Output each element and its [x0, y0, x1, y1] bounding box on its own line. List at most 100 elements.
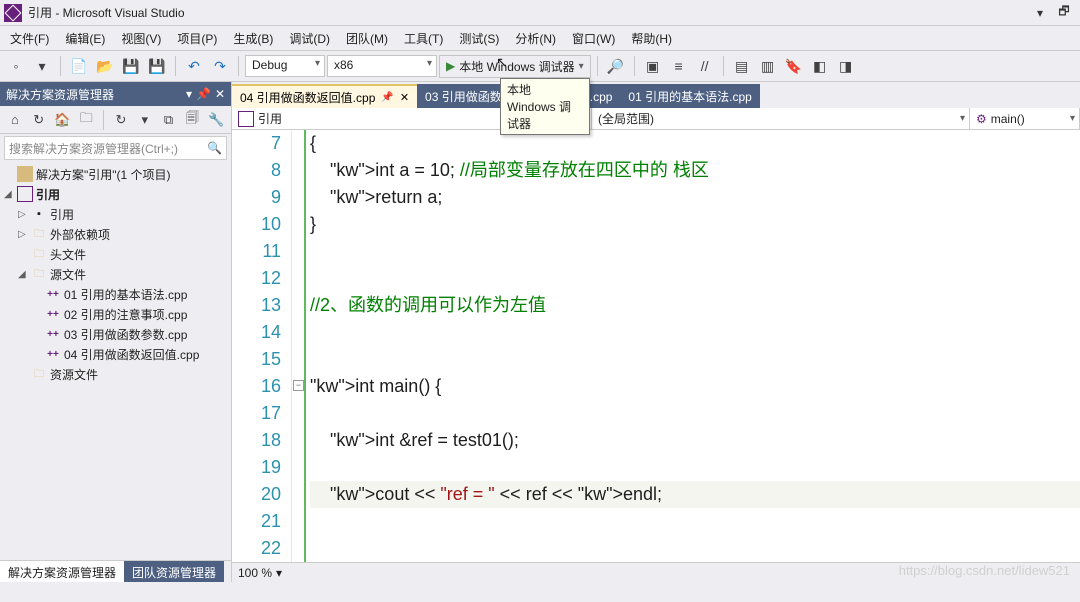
code-editor[interactable]: 789101112131415161718192021222324 − { "k…: [232, 130, 1080, 562]
pin-icon[interactable]: 📌: [381, 92, 393, 103]
cpp-file-icon: ++: [45, 306, 61, 322]
external-deps-node[interactable]: ▷🗀外部依赖项: [0, 224, 231, 244]
code-line[interactable]: "kw">int &ref = test01();: [310, 427, 1080, 454]
tab-label: 04 引用做函数返回值.cpp: [240, 89, 375, 106]
tb-ico-6[interactable]: ◨: [834, 54, 858, 78]
save-all-button[interactable]: 💾: [145, 54, 169, 78]
zoom-control[interactable]: 100 %▾: [238, 566, 282, 580]
source-file-item[interactable]: ++02 引用的注意事项.cpp: [0, 304, 231, 324]
code-line[interactable]: "kw">cout << "ref = " << ref << "kw">end…: [310, 481, 1080, 508]
wrench-button[interactable]: 🔧: [205, 109, 227, 131]
nav-mid-text: (全局范围): [598, 110, 654, 127]
references-node[interactable]: ▷▪引用: [0, 204, 231, 224]
project-node[interactable]: ◢引用: [0, 184, 231, 204]
menu-item[interactable]: 编辑(E): [57, 27, 113, 50]
nav-back-button[interactable]: ◦: [4, 54, 28, 78]
menu-item[interactable]: 团队(M): [338, 27, 396, 50]
resource-files-node[interactable]: 🗀资源文件: [0, 364, 231, 384]
home-button[interactable]: ⌂: [4, 109, 26, 131]
source-file-item[interactable]: ++01 引用的基本语法.cpp: [0, 284, 231, 304]
menu-item[interactable]: 文件(F): [2, 27, 57, 50]
redo-button[interactable]: ↷: [208, 54, 232, 78]
maximize-button[interactable]: 🗗: [1052, 3, 1076, 23]
dropdown-icon[interactable]: ▾: [186, 87, 192, 101]
code-line[interactable]: "kw">int a = 10; //局部变量存放在四区中的 栈区: [310, 157, 1080, 184]
code-line[interactable]: }: [310, 211, 1080, 238]
code-line[interactable]: [310, 346, 1080, 373]
show-all-button[interactable]: 🗀: [75, 109, 97, 131]
save-button[interactable]: 💾: [119, 54, 143, 78]
menu-item[interactable]: 工具(T): [396, 27, 451, 50]
code-line[interactable]: "kw">int main() {: [310, 373, 1080, 400]
find-button[interactable]: 🔎: [604, 54, 628, 78]
code-line[interactable]: "kw">return a;: [310, 184, 1080, 211]
menu-item[interactable]: 窗口(W): [564, 27, 623, 50]
panel-title-text: 解决方案资源管理器: [6, 86, 114, 103]
bookmark-button[interactable]: 🔖: [782, 54, 806, 78]
code-line[interactable]: [310, 535, 1080, 562]
solution-explorer-tab[interactable]: 解决方案资源管理器: [0, 561, 124, 582]
source-file-item[interactable]: ++03 引用做函数参数.cpp: [0, 324, 231, 344]
view-button[interactable]: 🗐: [181, 109, 203, 131]
menu-item[interactable]: 调试(D): [281, 27, 338, 50]
ext-label: 外部依赖项: [50, 226, 110, 243]
tb-ico-5[interactable]: ◧: [808, 54, 832, 78]
sync-button[interactable]: ↻: [28, 109, 50, 131]
search-placeholder: 搜索解决方案资源管理器(Ctrl+;): [9, 140, 178, 157]
code-line[interactable]: [310, 508, 1080, 535]
menu-item[interactable]: 帮助(H): [623, 27, 680, 50]
code-content[interactable]: { "kw">int a = 10; //局部变量存放在四区中的 栈区 "kw"…: [306, 130, 1080, 562]
config-combo[interactable]: Debug: [245, 55, 325, 77]
code-line[interactable]: //2、函数的调用可以作为左值: [310, 292, 1080, 319]
search-icon: 🔍: [207, 141, 222, 155]
fold-toggle[interactable]: −: [293, 380, 304, 391]
open-button[interactable]: 📂: [93, 54, 117, 78]
team-explorer-tab[interactable]: 团队资源管理器: [124, 561, 224, 582]
pin-icon[interactable]: 📌: [196, 87, 211, 101]
nav-member-combo[interactable]: ⚙main(): [970, 108, 1080, 129]
menu-item[interactable]: 视图(V): [113, 27, 169, 50]
tb-ico-3[interactable]: ▤: [730, 54, 754, 78]
source-file-item[interactable]: ++04 引用做函数返回值.cpp: [0, 344, 231, 364]
solution-toolbar: ⌂ ↻ 🏠 🗀 ↻ ▾ ⧉ 🗐 🔧: [0, 106, 231, 134]
menu-item[interactable]: 项目(P): [169, 27, 225, 50]
tb-ico-2[interactable]: ≡: [667, 54, 691, 78]
cpp-file-icon: ++: [45, 286, 61, 302]
comment-button[interactable]: //: [693, 54, 717, 78]
title-bar: 引用 - Microsoft Visual Studio ▾ 🗗: [0, 0, 1080, 26]
nav-scope-combo[interactable]: (全局范围): [592, 108, 970, 129]
tb-ico-1[interactable]: ▣: [641, 54, 665, 78]
platform-combo[interactable]: x86: [327, 55, 437, 77]
solution-search-input[interactable]: 搜索解决方案资源管理器(Ctrl+;) 🔍: [4, 136, 227, 160]
code-line[interactable]: [310, 454, 1080, 481]
chevron-down-icon: ▾: [276, 566, 282, 580]
editor-status-bar: 100 %▾: [232, 562, 1080, 582]
copy-button[interactable]: ⧉: [158, 109, 180, 131]
undo-button[interactable]: ↶: [182, 54, 206, 78]
refresh-button[interactable]: ↻: [110, 109, 132, 131]
code-line[interactable]: [310, 319, 1080, 346]
document-tab[interactable]: 01 引用的基本语法.cpp: [620, 84, 759, 108]
document-tabs: 04 引用做函数返回值.cpp📌✕03 引用做函数参的注意事项.cpp01 引用…: [232, 82, 1080, 108]
menu-bar: 文件(F)编辑(E)视图(V)项目(P)生成(B)调试(D)团队(M)工具(T)…: [0, 26, 1080, 50]
new-project-button[interactable]: 📄: [67, 54, 91, 78]
props-button[interactable]: ▾: [134, 109, 156, 131]
menu-item[interactable]: 测试(S): [451, 27, 507, 50]
collapse-button[interactable]: 🏠: [52, 109, 74, 131]
code-line[interactable]: [310, 238, 1080, 265]
code-line[interactable]: [310, 400, 1080, 427]
code-line[interactable]: [310, 265, 1080, 292]
menu-item[interactable]: 生成(B): [225, 27, 281, 50]
header-files-node[interactable]: 🗀头文件: [0, 244, 231, 264]
source-files-node[interactable]: ◢🗀源文件: [0, 264, 231, 284]
solution-node[interactable]: 解决方案"引用"(1 个项目): [0, 164, 231, 184]
start-debug-button[interactable]: ▶ 本地 Windows 调试器 ▾ 本地 Windows 调试器 ↖: [439, 55, 591, 78]
close-tab-button[interactable]: ✕: [400, 91, 409, 104]
code-line[interactable]: {: [310, 130, 1080, 157]
minimize-button[interactable]: ▾: [1028, 3, 1052, 23]
tb-ico-4[interactable]: ▥: [756, 54, 780, 78]
close-icon[interactable]: ✕: [215, 87, 225, 101]
document-tab[interactable]: 04 引用做函数返回值.cpp 📌 ✕: [232, 84, 417, 108]
nav-fwd-button[interactable]: ▾: [30, 54, 54, 78]
menu-item[interactable]: 分析(N): [507, 27, 564, 50]
